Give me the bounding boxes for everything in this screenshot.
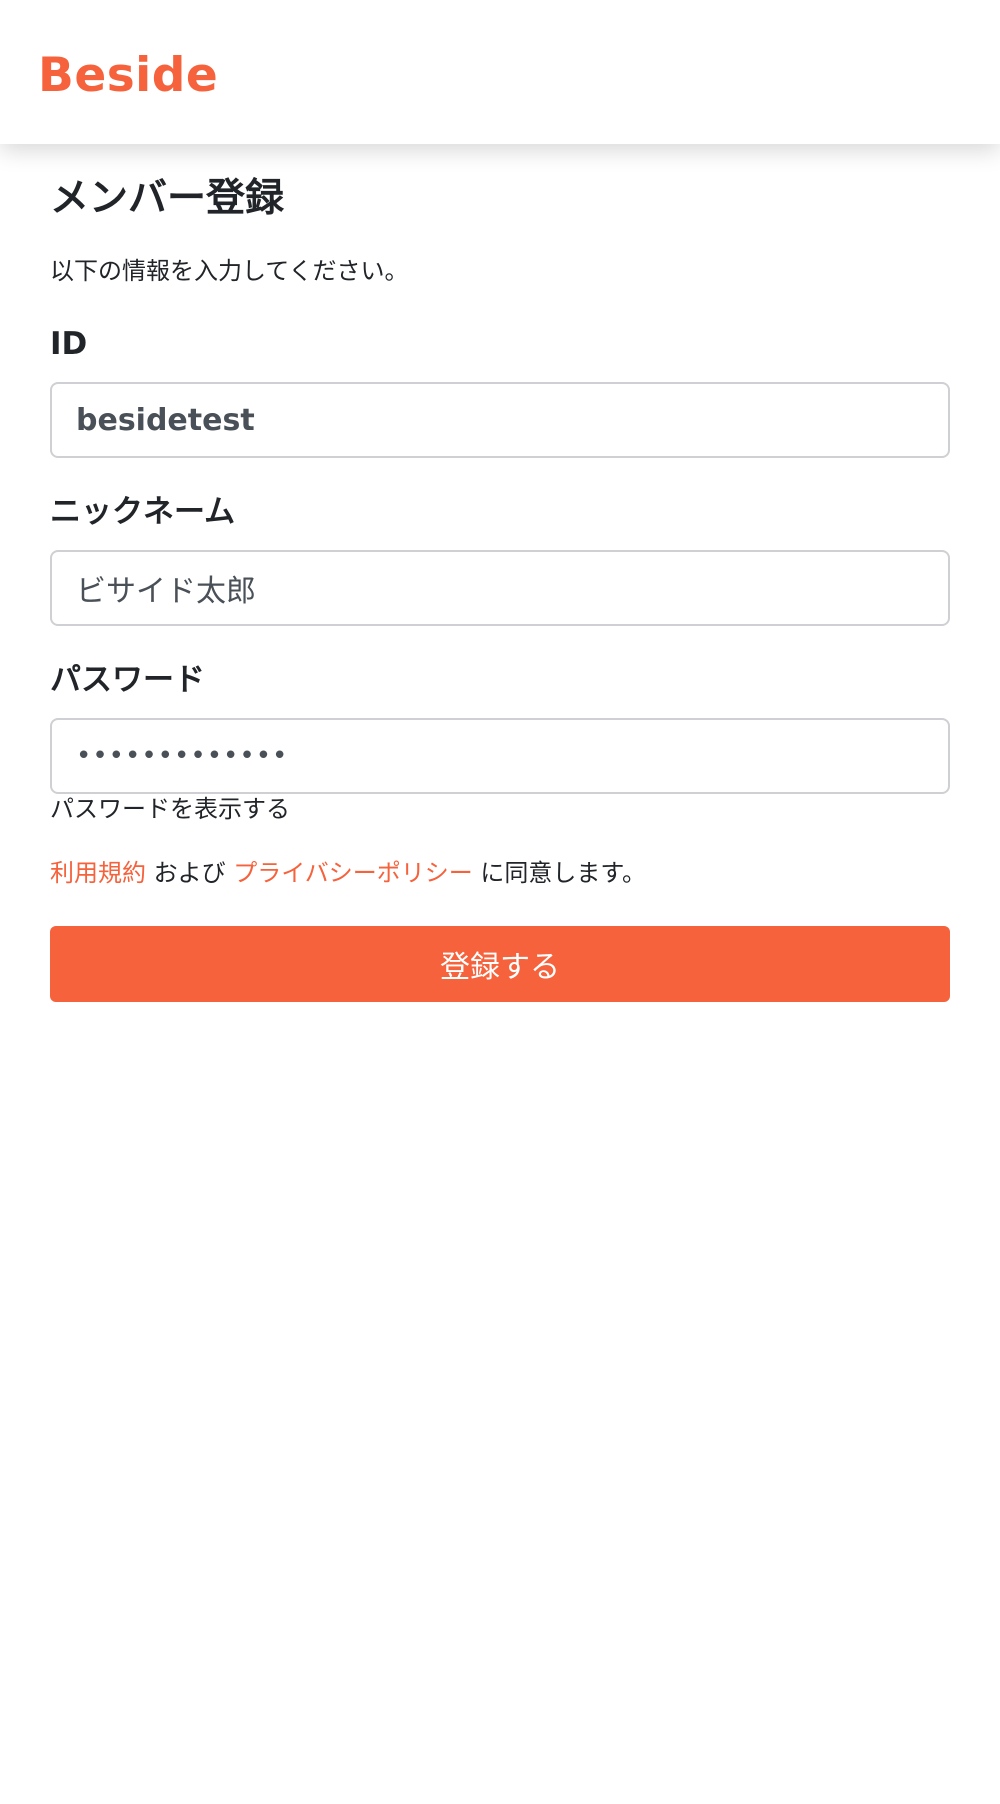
password-input[interactable]	[50, 718, 950, 794]
privacy-policy-link[interactable]: プライバシーポリシー	[233, 859, 473, 887]
beside-logo[interactable]: Beside	[38, 46, 218, 106]
nickname-label: ニックネーム	[50, 494, 236, 530]
agreement-suffix: に同意します。	[472, 859, 647, 887]
password-label: パスワード	[50, 662, 205, 698]
register-button[interactable]: 登録する	[50, 926, 950, 1002]
site-header: Beside	[0, 0, 1000, 144]
terms-link[interactable]: 利用規約	[50, 859, 146, 887]
nickname-input[interactable]	[50, 550, 950, 626]
id-input[interactable]	[50, 382, 950, 458]
agreement-and: および	[146, 859, 234, 887]
agreement-text: 利用規約 および プライバシーポリシー に同意します。	[50, 856, 646, 890]
id-label: ID	[50, 326, 88, 362]
show-password-toggle[interactable]: パスワードを表示する	[50, 792, 290, 826]
intro-text: 以下の情報を入力してください。	[50, 257, 409, 285]
page-title: メンバー登録	[50, 176, 285, 221]
